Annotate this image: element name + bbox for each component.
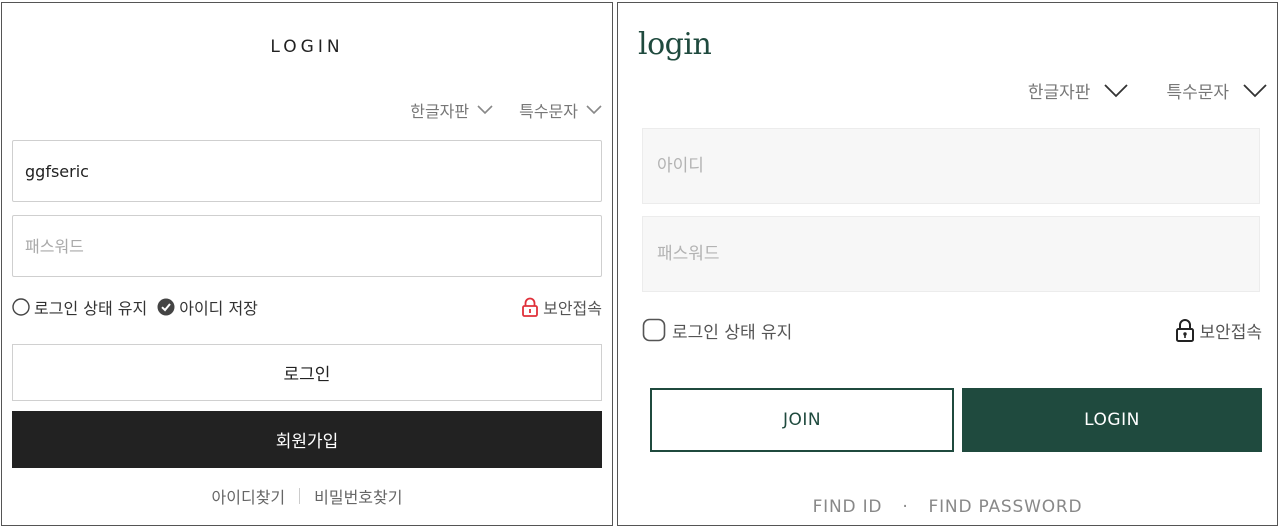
- join-button[interactable]: 회원가입: [12, 411, 602, 468]
- special-chars-dropdown[interactable]: 특수문자: [1166, 78, 1267, 103]
- keyboard-options: 한글자판 특수문자: [1028, 78, 1267, 103]
- keyboard-options: 한글자판 특수문자: [410, 98, 602, 122]
- find-password-link[interactable]: FIND PASSWORD: [929, 497, 1083, 517]
- special-chars-dropdown[interactable]: 특수문자: [519, 98, 602, 122]
- save-id-checkbox[interactable]: 아이디 저장: [157, 295, 258, 319]
- chevron-down-icon: [586, 105, 602, 115]
- special-chars-label: 특수문자: [519, 102, 578, 121]
- secure-label: 보안접속: [543, 299, 602, 318]
- lock-icon: [1176, 319, 1195, 342]
- password-input[interactable]: [642, 216, 1260, 292]
- login-options: 로그인 상태 유지 아이디 저장 보안접속: [12, 295, 602, 319]
- lock-icon: [522, 297, 539, 317]
- checkbox-unchecked-icon: [642, 318, 666, 342]
- korean-keyboard-dropdown[interactable]: 한글자판: [1028, 78, 1129, 103]
- chevron-down-icon: [1104, 83, 1129, 97]
- login-options: 로그인 상태 유지 보안접속: [642, 317, 1262, 343]
- find-id-link[interactable]: FIND ID: [813, 497, 883, 517]
- id-input[interactable]: [642, 128, 1260, 204]
- find-id-link[interactable]: 아이디찾기: [212, 484, 286, 508]
- secure-label: 보안접속: [1199, 322, 1262, 343]
- page-title: login: [638, 27, 712, 62]
- divider: [299, 488, 301, 504]
- korean-keyboard-label: 한글자판: [410, 102, 470, 121]
- check-circle-icon: [157, 298, 175, 316]
- find-password-link[interactable]: 비밀번호찾기: [314, 484, 402, 508]
- chevron-down-icon: [1243, 83, 1267, 97]
- secure-connection-toggle[interactable]: 보안접속: [1175, 318, 1262, 343]
- link-separator: ·: [902, 497, 909, 517]
- korean-keyboard-label: 한글자판: [1027, 83, 1091, 103]
- save-id-label: 아이디 저장: [179, 299, 258, 318]
- password-input[interactable]: [12, 215, 602, 277]
- keep-login-label: 로그인 상태 유지: [672, 322, 793, 343]
- secure-connection-toggle[interactable]: 보안접속: [521, 295, 602, 319]
- page-title: LOGIN: [270, 37, 344, 57]
- id-input[interactable]: [12, 140, 602, 202]
- keep-login-label: 로그인 상태 유지: [34, 299, 148, 318]
- login-panel-right: login 한글자판 특수문자 로그인 상태 유지 보안접속 JOIN LOGI…: [617, 2, 1278, 526]
- login-button[interactable]: 로그인: [12, 344, 602, 401]
- radio-unchecked-icon: [12, 298, 30, 316]
- join-button[interactable]: JOIN: [650, 388, 954, 452]
- find-links: 아이디찾기 비밀번호찾기: [2, 484, 612, 508]
- keep-login-checkbox[interactable]: 로그인 상태 유지: [642, 318, 792, 343]
- special-chars-label: 특수문자: [1166, 83, 1229, 103]
- keep-login-checkbox[interactable]: 로그인 상태 유지: [12, 295, 147, 319]
- login-panel-left: LOGIN 한글자판 특수문자 로그인 상태 유지 아이디 저장 보안접속 로그…: [1, 2, 613, 526]
- find-links: FIND ID · FIND PASSWORD: [618, 497, 1277, 517]
- korean-keyboard-dropdown[interactable]: 한글자판: [410, 98, 493, 122]
- chevron-down-icon: [477, 105, 493, 115]
- login-button[interactable]: LOGIN: [962, 388, 1262, 452]
